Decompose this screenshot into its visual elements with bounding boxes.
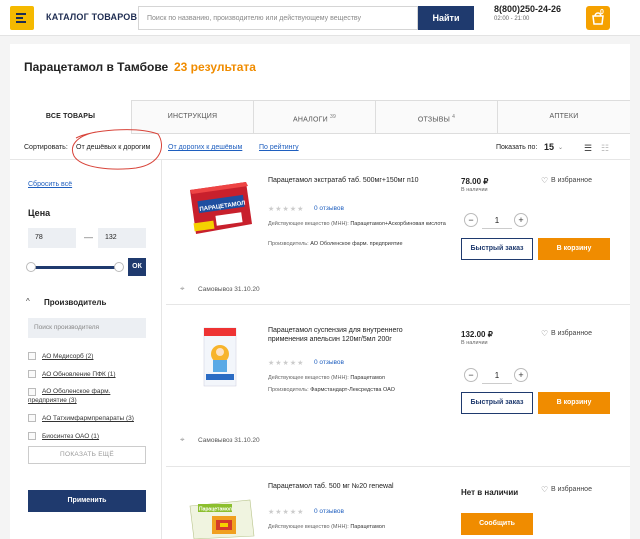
plus-button[interactable]: + bbox=[514, 213, 528, 227]
product-substance: Действующее вещество (МНН): Парацетамол bbox=[268, 375, 385, 381]
search-button[interactable]: Найти bbox=[418, 6, 474, 30]
quantity-input[interactable]: 1 bbox=[482, 216, 512, 225]
not-available-label: Нет в наличии bbox=[461, 488, 519, 497]
location-pin-icon: ⌖ bbox=[180, 284, 185, 293]
reviews-link[interactable]: 0 отзывов bbox=[314, 205, 344, 212]
add-to-cart-button[interactable]: В корзину bbox=[538, 392, 610, 414]
sort-label: Сортировать: bbox=[24, 144, 68, 151]
manufacturer-option[interactable]: АО Оболенское фарм. bbox=[42, 387, 110, 396]
heart-icon[interactable]: ♡ bbox=[541, 176, 548, 185]
manufacturer-filter-title[interactable]: Производитель bbox=[44, 298, 106, 307]
manufacturer-checkbox[interactable] bbox=[28, 388, 36, 396]
reset-filters-link[interactable]: Сбросить всё bbox=[28, 181, 72, 188]
price-slider-max-handle[interactable] bbox=[114, 262, 124, 272]
product-image[interactable] bbox=[196, 324, 246, 390]
favorite-link[interactable]: В избранное bbox=[551, 330, 592, 337]
rating-stars: ★★★★★ bbox=[268, 360, 305, 367]
list-view-icon[interactable]: ☰ bbox=[584, 143, 592, 154]
cart-count: 0 bbox=[600, 9, 604, 16]
rating-stars: ★★★★★ bbox=[268, 509, 305, 516]
quantity-underline bbox=[482, 228, 512, 229]
manufacturer-option[interactable]: АО Обновление ПФК (1) bbox=[42, 370, 116, 379]
product-image[interactable]: Парацетамол bbox=[186, 496, 256, 539]
tab-reviews[interactable]: ОТЗЫВЫ 4 bbox=[376, 100, 498, 134]
heart-icon[interactable]: ♡ bbox=[541, 329, 548, 338]
minus-button[interactable]: − bbox=[464, 213, 478, 227]
product-name[interactable]: Парацетамол таб. 500 мг №20 renewal bbox=[268, 482, 438, 491]
price-ok-button[interactable]: ОК bbox=[128, 258, 146, 276]
favorite-link[interactable]: В избранное bbox=[551, 486, 592, 493]
tab-pharmacies[interactable]: АПТЕКИ bbox=[498, 100, 630, 134]
show-per-page-select[interactable]: 15 bbox=[544, 142, 554, 152]
quantity-input[interactable]: 1 bbox=[482, 371, 512, 380]
manufacturer-checkbox[interactable] bbox=[28, 370, 36, 378]
pickup-date: Самовывоз 31.10.20 bbox=[198, 286, 260, 293]
product-name[interactable]: Парацетамол суспензия для внутреннего пр… bbox=[268, 326, 438, 344]
phone-number[interactable]: 8(800)250-24-26 bbox=[494, 4, 561, 14]
price-slider-min-handle[interactable] bbox=[26, 262, 36, 272]
pickup-date: Самовывоз 31.10.20 bbox=[198, 437, 260, 444]
favorite-link[interactable]: В избранное bbox=[551, 177, 592, 184]
price-filter-title: Цена bbox=[28, 208, 51, 218]
manufacturer-checkbox[interactable] bbox=[28, 352, 36, 360]
chevron-down-icon[interactable]: ⌄ bbox=[558, 144, 563, 151]
manufacturer-option[interactable]: Биосинтез ОАО (1) bbox=[42, 432, 99, 441]
reviews-link[interactable]: 0 отзывов bbox=[314, 508, 344, 515]
product-price: 132.00 ₽ bbox=[461, 330, 493, 339]
product-substance: Действующее вещество (МНН): Парацетамол bbox=[268, 524, 385, 530]
search-input[interactable]: Поиск по названию, производителю или дей… bbox=[138, 6, 418, 30]
result-count: 23 результата bbox=[174, 60, 256, 74]
grid-view-icon[interactable]: ☷ bbox=[601, 143, 609, 154]
price-min-input[interactable]: 78 bbox=[28, 228, 76, 248]
stock-status: В наличии bbox=[461, 340, 488, 346]
rating-stars: ★★★★★ bbox=[268, 206, 305, 213]
box-label: Парацетамол bbox=[199, 507, 232, 513]
stock-status: В наличии bbox=[461, 187, 488, 193]
collapse-caret-icon[interactable]: ^ bbox=[26, 297, 30, 306]
menu-icon[interactable] bbox=[10, 6, 34, 30]
price-max-input[interactable]: 132 bbox=[98, 228, 146, 248]
page-title: Парацетамол в Тамбове bbox=[24, 60, 169, 74]
notify-button[interactable]: Сообщить bbox=[461, 513, 533, 535]
plus-button[interactable]: + bbox=[514, 368, 528, 382]
heart-icon[interactable]: ♡ bbox=[541, 485, 548, 494]
tab-analogs[interactable]: АНАЛОГИ 39 bbox=[254, 100, 376, 134]
manufacturer-search-input[interactable]: Поиск производителя bbox=[28, 318, 146, 338]
manufacturer-option-continued[interactable]: предприятие (3) bbox=[28, 396, 77, 405]
work-hours: 02:00 - 21:00 bbox=[494, 16, 530, 22]
product-manufacturer: Производитель: Фармстандарт-Лексредства … bbox=[268, 387, 395, 393]
product-manufacturer: Производитель: АО Оболенское фарм. предп… bbox=[268, 241, 403, 247]
reviews-link[interactable]: 0 отзывов bbox=[314, 359, 344, 366]
product-name[interactable]: Парацетамол экстратаб таб. 500мг+150мг п… bbox=[268, 176, 438, 185]
manufacturer-checkbox[interactable] bbox=[28, 414, 36, 422]
manufacturer-checkbox[interactable] bbox=[28, 432, 36, 440]
catalog-label[interactable]: КАТАЛОГ ТОВАРОВ bbox=[46, 12, 137, 22]
location-pin-icon: ⌖ bbox=[180, 435, 185, 444]
minus-button[interactable]: − bbox=[464, 368, 478, 382]
apply-filters-button[interactable]: Применить bbox=[28, 490, 146, 512]
price-separator: — bbox=[84, 232, 93, 242]
show-per-page-label: Показать по: bbox=[496, 144, 538, 151]
add-to-cart-button[interactable]: В корзину bbox=[538, 238, 610, 260]
product-image[interactable]: ПАРАЦЕТАМОЛ bbox=[186, 176, 254, 240]
product-price: 78.00 ₽ bbox=[461, 177, 489, 186]
quick-order-button[interactable]: Быстрый заказ bbox=[461, 392, 533, 414]
quantity-underline bbox=[482, 383, 512, 384]
sort-by-rating[interactable]: По рейтингу bbox=[259, 144, 299, 151]
product-substance: Действующее вещество (МНН): Парацетамол+… bbox=[268, 221, 446, 227]
cart-icon[interactable] bbox=[586, 6, 610, 30]
sort-expensive-first[interactable]: От дорогих к дешёвым bbox=[168, 144, 242, 151]
manufacturer-option[interactable]: АО Татхимфармпрепараты (3) bbox=[42, 414, 134, 423]
manufacturer-option[interactable]: АО Медисорб (2) bbox=[42, 352, 93, 361]
price-range-track bbox=[30, 266, 120, 269]
show-more-button[interactable]: ПОКАЗАТЬ ЕЩЁ bbox=[28, 446, 146, 464]
quick-order-button[interactable]: Быстрый заказ bbox=[461, 238, 533, 260]
